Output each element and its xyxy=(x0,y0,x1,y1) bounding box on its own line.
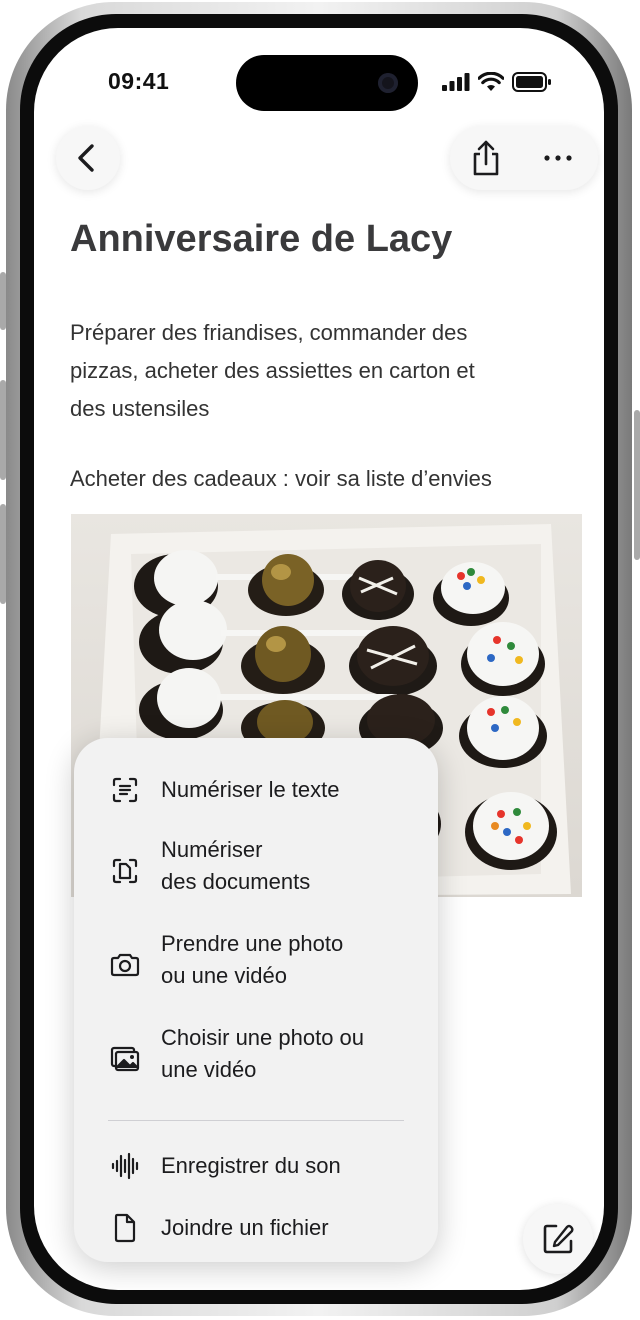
note-line: pizzas, acheter des assiettes en carton … xyxy=(70,358,475,383)
document-icon xyxy=(114,1213,136,1243)
note-paragraph[interactable]: Préparer des friandises, commander des p… xyxy=(70,314,570,428)
menu-item-label: Choisir une photo ou une vidéo xyxy=(161,1022,421,1086)
menu-item-attach-file[interactable]: Joindre un fichier xyxy=(74,1202,438,1254)
menu-item-label-line: des documents xyxy=(161,869,311,894)
note-line: des ustensiles xyxy=(70,396,210,421)
menu-item-label: Joindre un fichier xyxy=(161,1215,329,1240)
compose-button[interactable] xyxy=(523,1204,593,1274)
menu-item-record-audio[interactable]: Enregistrer du son xyxy=(74,1140,438,1192)
power-button xyxy=(634,410,640,560)
wifi-icon xyxy=(478,72,504,91)
menu-item-scan-documents[interactable]: Numériser des documents xyxy=(74,830,438,910)
cellular-signal-icon xyxy=(442,73,470,91)
menu-item-label-line: Numériser xyxy=(161,837,263,862)
scan-document-icon xyxy=(112,858,138,884)
menu-item-scan-text[interactable]: Numériser le texte xyxy=(74,764,438,816)
menu-item-label-line: Prendre une photo xyxy=(161,931,344,956)
front-camera xyxy=(378,73,398,93)
chevron-left-icon xyxy=(78,144,94,172)
note-paragraph-2[interactable]: Acheter des cadeaux : voir sa liste d’en… xyxy=(70,466,492,492)
menu-item-label-line: ou une vidéo xyxy=(161,963,287,988)
menu-item-label: Enregistrer du son xyxy=(161,1153,341,1178)
photo-library-icon xyxy=(110,1046,140,1072)
camera-icon xyxy=(110,953,140,977)
menu-item-choose-photo[interactable]: Choisir une photo ou une vidéo xyxy=(74,1018,438,1098)
menu-item-label-line: une vidéo xyxy=(161,1057,257,1082)
note-line: Préparer des friandises, commander des xyxy=(70,320,468,345)
menu-item-label: Numériser des documents xyxy=(161,834,421,898)
back-button[interactable] xyxy=(56,126,120,190)
waveform-icon xyxy=(111,1152,139,1180)
menu-item-label: Numériser le texte xyxy=(161,777,340,802)
screen: 09:41 Anniversaire de Lacy Préparer des … xyxy=(34,28,604,1290)
status-icons xyxy=(442,72,552,92)
menu-item-label: Prendre une photo ou une vidéo xyxy=(161,928,421,992)
compose-icon xyxy=(543,1224,574,1254)
phone-bezel: 09:41 Anniversaire de Lacy Préparer des … xyxy=(20,14,618,1304)
phone-frame: 09:41 Anniversaire de Lacy Préparer des … xyxy=(6,2,632,1316)
share-button[interactable] xyxy=(462,134,510,182)
dynamic-island xyxy=(236,55,418,111)
share-icon xyxy=(473,140,499,176)
status-time: 09:41 xyxy=(108,68,170,94)
menu-item-label-line: Choisir une photo ou xyxy=(161,1025,365,1050)
note-actions-pill xyxy=(450,126,598,190)
scan-text-icon xyxy=(112,777,138,803)
ellipsis-icon xyxy=(544,155,572,161)
menu-item-take-photo[interactable]: Prendre une photo ou une vidéo xyxy=(74,924,438,1004)
attachment-menu: Numériser le texte Numériser des documen… xyxy=(74,738,438,1262)
menu-separator xyxy=(108,1120,404,1121)
note-title[interactable]: Anniversaire de Lacy xyxy=(70,218,452,261)
battery-icon xyxy=(512,72,551,92)
more-button[interactable] xyxy=(534,134,582,182)
